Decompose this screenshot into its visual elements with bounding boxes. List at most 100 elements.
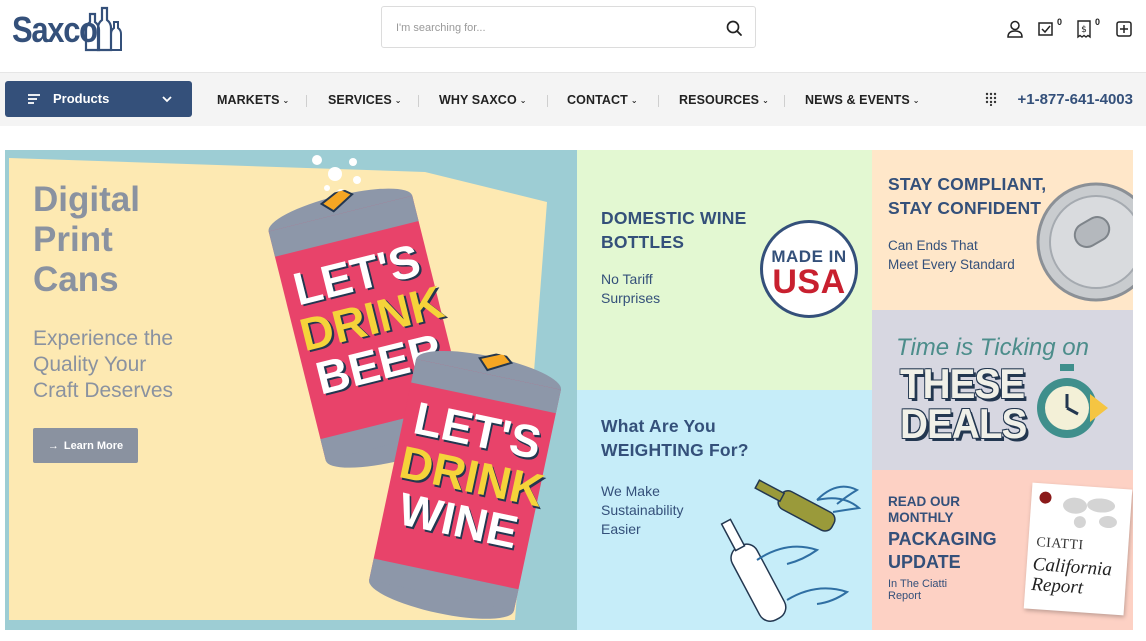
nav-markets-label: MARKETS xyxy=(217,93,280,107)
account-icon[interactable] xyxy=(1004,18,1026,40)
ciatti-report-cover: CIATTI California Report xyxy=(1023,482,1133,616)
nav-divider xyxy=(658,95,659,107)
nav-divider xyxy=(784,95,785,107)
tile-text-line: MONTHLY xyxy=(888,510,954,525)
logo-bottles-icon xyxy=(84,6,122,52)
tile-ciatti-title: PACKAGING UPDATE xyxy=(888,528,997,574)
nav-resources[interactable]: RESOURCES ⌄ xyxy=(679,93,769,107)
tile-ciatti-subtext: In The Ciatti Report xyxy=(888,578,947,602)
chevron-down-icon xyxy=(162,96,172,103)
tile-title-line: STAY CONFIDENT xyxy=(888,198,1042,218)
quote-icon[interactable]: $ xyxy=(1073,18,1095,40)
tile-comply-title: STAY COMPLIANT, STAY CONFIDENT xyxy=(888,172,1046,220)
chevron-down-icon: ⌄ xyxy=(630,96,638,105)
nav-divider xyxy=(306,95,307,107)
tile-title-line: WEIGHTING For? xyxy=(601,440,749,460)
hero-title: Digital Print Cans xyxy=(33,180,233,300)
tile-wine-title: DOMESTIC WINE BOTTLES xyxy=(601,206,747,254)
nav-contact[interactable]: CONTACT ⌄ xyxy=(567,93,638,107)
learn-more-label: Learn More xyxy=(63,439,124,452)
nav-why-saxco-label: WHY SAXCO xyxy=(439,93,517,107)
svg-text:$: $ xyxy=(1081,25,1087,35)
tile-weight-title: What Are You WEIGHTING For? xyxy=(601,414,749,462)
products-label: Products xyxy=(53,91,110,106)
chevron-down-icon: ⌄ xyxy=(282,96,290,105)
dialpad-icon xyxy=(985,92,997,106)
chevron-down-icon: ⌄ xyxy=(762,96,769,105)
nav-why-saxco[interactable]: WHY SAXCO ⌄ xyxy=(439,93,527,107)
nav-news-events-label: NEWS & EVENTS xyxy=(805,93,910,107)
tile-text-line: Sustainability xyxy=(601,502,684,518)
chevron-down-icon: ⌄ xyxy=(519,96,527,105)
nav-resources-label: RESOURCES xyxy=(679,93,760,107)
tile-title-line: What Are You xyxy=(601,416,716,436)
ciatti-brand-text: CIATTI xyxy=(1035,535,1085,554)
nav-contact-label: CONTACT xyxy=(567,93,628,107)
add-to-quote-icon[interactable] xyxy=(1113,18,1135,40)
tile-ciatti-kicker: READ OUR MONTHLY xyxy=(888,494,960,526)
ciatti-report-title: California Report xyxy=(1031,554,1113,600)
deals-headline-line: THESE xyxy=(900,360,1025,407)
search-input[interactable] xyxy=(396,17,716,39)
hero-subtitle-line: Quality Your xyxy=(33,353,147,376)
tile-deals[interactable]: Time is Ticking on THESE DEALS xyxy=(872,310,1133,470)
wishlist-icon[interactable] xyxy=(1035,18,1057,40)
tile-stay-compliant[interactable]: STAY COMPLIANT, STAY CONFIDENT Can Ends … xyxy=(872,150,1133,310)
made-in-usa-badge: MADE IN USA xyxy=(760,220,858,318)
tile-comply-text: Can Ends That Meet Every Standard xyxy=(888,236,1015,274)
deals-headline: THESE DEALS xyxy=(900,360,1027,447)
hero-subtitle: Experience the Quality Your Craft Deserv… xyxy=(33,326,243,404)
hero-subtitle-line: Experience the xyxy=(33,327,174,350)
search-box xyxy=(381,6,756,48)
tile-weight-text: We Make Sustainability Easier xyxy=(601,482,684,539)
hero-title-line: Cans xyxy=(33,260,119,299)
world-map-graphic xyxy=(1063,497,1117,529)
stopwatch-icon xyxy=(1037,364,1108,438)
tile-text-line: No Tariff xyxy=(601,271,653,287)
tile-title-line: UPDATE xyxy=(888,552,961,572)
menu-icon xyxy=(28,94,40,104)
tile-text-line: Meet Every Standard xyxy=(888,257,1015,272)
deals-tagline: Time is Ticking on xyxy=(896,334,1089,361)
tile-weighting[interactable]: What Are You WEIGHTING For? We Make Sust… xyxy=(577,390,872,630)
top-header: Saxco 0 $ 0 xyxy=(0,0,1146,72)
hero-title-line: Digital xyxy=(33,180,140,219)
tile-title-line: PACKAGING xyxy=(888,529,997,549)
main-nav: Products MARKETS ⌄ SERVICES ⌄ WHY SAXCO ⌄ C… xyxy=(0,72,1146,126)
tile-text-line: Surprises xyxy=(601,290,661,306)
hero-subtitle-line: Craft Deserves xyxy=(33,379,174,402)
hero-banner[interactable]: Digital Print Cans Experience the Qualit… xyxy=(5,150,577,630)
badge-bottom-text: USA xyxy=(772,263,846,301)
tile-domestic-wine[interactable]: DOMESTIC WINE BOTTLES No Tariff Surprise… xyxy=(577,150,872,390)
ciatti-logo-mark xyxy=(1039,491,1052,505)
nav-divider xyxy=(418,95,419,107)
tile-title-line: BOTTLES xyxy=(601,232,685,252)
hero-title-line: Print xyxy=(33,220,113,259)
tile-text-line: Easier xyxy=(601,521,641,537)
nav-services[interactable]: SERVICES ⌄ xyxy=(328,93,402,107)
tile-title-line: DOMESTIC WINE xyxy=(601,208,747,228)
nav-news-events[interactable]: NEWS & EVENTS ⌄ xyxy=(805,93,920,107)
learn-more-button[interactable]: → Learn More xyxy=(33,428,138,463)
quote-count: 0 xyxy=(1095,17,1101,27)
flying-bottles-illustration xyxy=(720,479,862,622)
nav-markets[interactable]: MARKETS ⌄ xyxy=(217,93,289,107)
chevron-down-icon: ⌄ xyxy=(394,96,402,105)
wishlist-count: 0 xyxy=(1057,17,1063,27)
tile-text-line: We Make xyxy=(601,483,660,499)
arrow-right-icon: → xyxy=(47,439,59,452)
products-menu-button[interactable]: Products xyxy=(5,81,192,117)
tile-text-line: In The Ciatti xyxy=(888,578,948,590)
nav-divider xyxy=(547,95,548,107)
phone-link[interactable]: +1-877-641-4003 xyxy=(1017,91,1133,108)
search-icon[interactable] xyxy=(723,17,745,39)
tile-text-line: Can Ends That xyxy=(888,238,978,253)
deals-headline-line: DEALS xyxy=(900,400,1027,447)
tile-title-line: STAY COMPLIANT, xyxy=(888,174,1047,194)
tile-wine-text: No Tariff Surprises xyxy=(601,270,660,308)
tile-text-line: READ OUR xyxy=(888,494,961,509)
nav-services-label: SERVICES xyxy=(328,93,392,107)
chevron-down-icon: ⌄ xyxy=(912,96,920,105)
tile-text-line: Report xyxy=(888,590,922,602)
tile-packaging-update[interactable]: READ OUR MONTHLY PACKAGING UPDATE In The… xyxy=(872,470,1133,630)
